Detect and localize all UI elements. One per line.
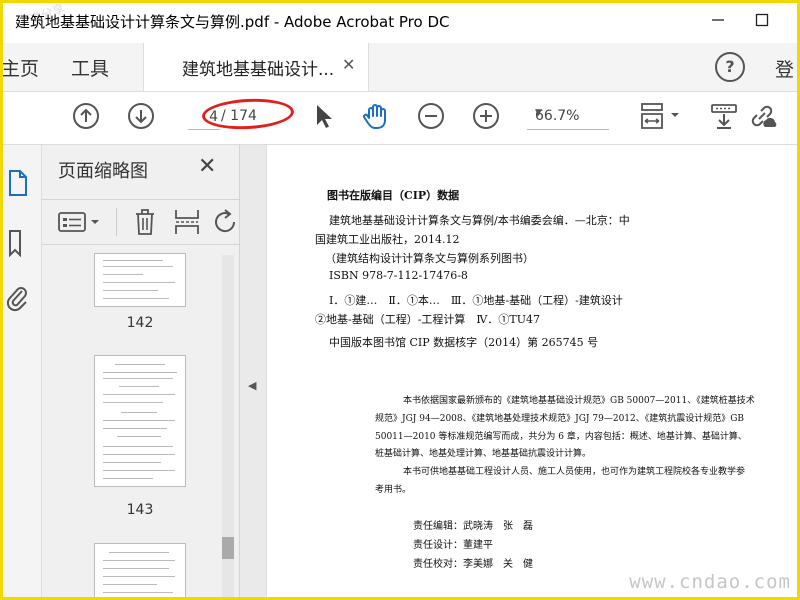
previous-page-icon[interactable]	[71, 101, 101, 131]
document-tab-label: 建筑地基基础设计...	[182, 60, 335, 80]
toolbar: / 174 66.7% ▼	[3, 92, 797, 145]
thumbnail-text-line	[103, 560, 175, 561]
thumbnail-options-icon[interactable]	[58, 211, 102, 233]
thumbnail-text-line	[103, 576, 175, 577]
cip-line: （建筑结构设计计算条文与算例系列图书）	[325, 252, 534, 265]
thumbnail-text-line	[103, 420, 175, 421]
window-title: 建筑地基基础设计计算条文与算例.pdf - Adobe Acrobat Pro …	[15, 13, 450, 31]
credit-line: 责任编辑：武晓涛 张 磊	[413, 521, 533, 532]
maximize-button[interactable]	[747, 9, 777, 35]
acrobat-window: 进分享 建筑地基基础设计计算条文与算例.pdf - Adobe Acrobat …	[0, 0, 800, 600]
thumbnail-page-number: 142	[126, 315, 154, 331]
thumbnail-text-line	[103, 260, 163, 261]
page-thumbnails-panel: 页面缩略图 ✕ 142 143	[42, 145, 240, 597]
intro-line: 规范》JGJ 94—2008、《建筑地基处理技术规范》JGJ 79—2012、《…	[375, 414, 745, 424]
thumbnail-text-line	[103, 402, 163, 403]
scroll-mode-icon[interactable]	[709, 101, 739, 131]
bookmark-icon[interactable]	[7, 229, 27, 257]
thumbnail-text-line	[103, 266, 173, 267]
thumbnail-text-line	[103, 428, 167, 429]
thumbnail-scrollbar[interactable]	[222, 255, 234, 597]
close-panel-icon[interactable]: ✕	[198, 154, 216, 179]
trash-icon[interactable]	[134, 208, 156, 236]
page-thumbnail[interactable]	[94, 543, 186, 597]
thumbnail-text-line	[103, 378, 173, 379]
thumbnail-text-line	[117, 436, 161, 437]
cip-heading: 图书在版编目（CIP）数据	[327, 189, 460, 202]
thumbnail-text-line	[103, 568, 169, 569]
next-page-icon[interactable]	[126, 101, 156, 131]
panel-collapse-strip[interactable]: ◀	[240, 145, 267, 597]
thumbnail-text-line	[103, 290, 158, 291]
zoom-dropdown[interactable]: 66.7% ▼	[527, 103, 609, 130]
cip-line: ISBN 978-7-112-17476-8	[329, 269, 468, 282]
hand-tool-icon[interactable]	[361, 101, 391, 131]
zoom-out-icon[interactable]	[416, 101, 446, 131]
cip-line: 建筑地基基础设计计算条文与算例/本书编委会编．—北京：中	[329, 214, 630, 227]
fit-page-icon[interactable]	[639, 101, 687, 131]
intro-line: 本书依据国家最新颁布的《建筑地基基础设计规范》GB 50007—2011、《建筑…	[403, 396, 755, 406]
thumbnail-text-line	[115, 364, 165, 365]
cip-line: 中国版本图书馆 CIP 数据核字（2014）第 265745 号	[329, 336, 599, 349]
thumbnail-text-line	[103, 372, 177, 373]
intro-line: 考用书。	[375, 485, 412, 495]
select-cursor-icon[interactable]	[308, 101, 338, 131]
attachment-icon[interactable]	[5, 283, 29, 313]
credit-line: 责任校对：李美娜 关 健	[413, 559, 533, 570]
zoom-in-icon[interactable]	[471, 101, 501, 131]
insert-pages-icon[interactable]	[174, 208, 200, 236]
thumbnail-text-line	[119, 386, 159, 387]
left-navigation-rail	[3, 145, 42, 597]
page-thumbnail[interactable]	[94, 355, 186, 487]
thumbnail-text-line	[103, 462, 161, 463]
intro-line: 本书可供地基基础工程设计人员、施工人员使用，也可作为建筑工程院校各专业教学参	[403, 467, 746, 477]
menu-tab-bar: 主页 工具 建筑地基基础设计... ✕ ? 登	[3, 43, 797, 92]
site-watermark: www.cndao.com	[629, 571, 791, 593]
thumbnail-text-line	[103, 584, 157, 585]
thumbnail-text-line	[103, 274, 143, 275]
nav-home[interactable]: 主页	[3, 54, 39, 81]
thumbnail-text-line	[103, 478, 153, 479]
panel-toolbar	[42, 199, 239, 245]
cip-line: 国建筑工业出版社，2014.12	[315, 233, 460, 246]
collapse-arrow-icon[interactable]: ◀	[248, 379, 256, 392]
thumbnail-text-line	[103, 282, 175, 283]
thumbnail-text-line	[103, 394, 175, 395]
thumbnail-text-line	[103, 470, 175, 471]
thumbnail-text-line	[103, 454, 175, 455]
intro-line: 50011—2010 等标准规范编写而成，共分为 6 章，内容包括：概述、地基计…	[375, 432, 747, 442]
rotate-icon[interactable]	[214, 209, 238, 235]
thumbnail-text-line	[103, 446, 173, 447]
cip-line: Ⅰ．①建… Ⅱ．①本… Ⅲ．①地基-基础（工程）-建筑设计	[329, 294, 623, 307]
cip-line: ②地基-基础（工程）-工程计算 Ⅳ．①TU47	[315, 313, 541, 326]
thumbnail-text-line	[103, 592, 173, 593]
help-icon[interactable]: ?	[715, 52, 745, 82]
title-bar: 进分享 建筑地基基础设计计算条文与算例.pdf - Adobe Acrobat …	[3, 3, 797, 43]
maximize-icon	[755, 13, 769, 27]
sign-in-link[interactable]: 登	[775, 55, 794, 82]
page-thumbnails-icon[interactable]	[7, 169, 29, 197]
thumbnail-text-line	[103, 298, 169, 299]
minimize-icon	[712, 19, 724, 21]
document-page: 图书在版编目（CIP）数据 建筑地基基础设计计算条文与算例/本书编委会编．—北京…	[267, 145, 797, 597]
thumbnail-page-number: 143	[126, 502, 154, 518]
panel-title: 页面缩略图	[58, 161, 148, 182]
credit-line: 责任设计：董建平	[413, 540, 493, 551]
nav-tools[interactable]: 工具	[71, 54, 109, 81]
intro-line: 桩基础计算、地基处理计算、地基基础抗震设计计算。	[375, 449, 592, 459]
page-thumbnail[interactable]	[94, 253, 186, 307]
share-link-icon[interactable]	[747, 101, 777, 131]
document-tab[interactable]: 建筑地基基础设计... ✕	[143, 43, 369, 91]
minimize-button[interactable]	[703, 9, 733, 35]
divider	[116, 208, 117, 236]
thumbnail-text-line	[121, 412, 157, 413]
chevron-down-icon: ▼	[535, 108, 542, 118]
close-tab-icon[interactable]: ✕	[342, 55, 355, 74]
scrollbar-thumb[interactable]	[222, 537, 234, 559]
thumbnail-text-line	[109, 552, 169, 553]
